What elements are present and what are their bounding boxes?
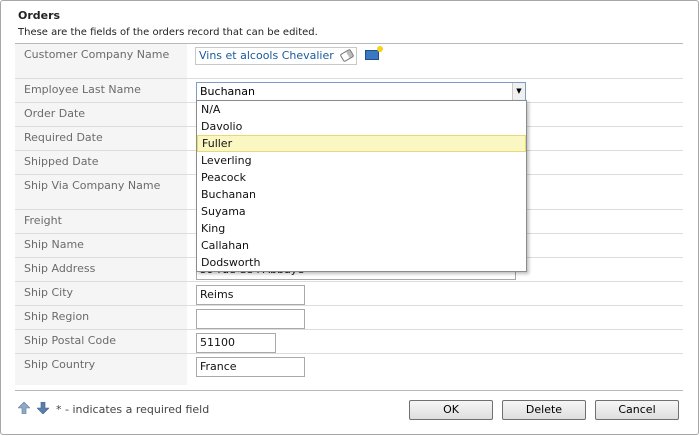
label-shipped-date: Shipped Date [24, 155, 99, 168]
page-title: Orders [18, 9, 61, 22]
label-ship-country: Ship Country [24, 358, 96, 371]
label-required-date: Required Date [24, 131, 103, 144]
label-ship-postal-code: Ship Postal Code [24, 334, 116, 347]
dropdown-option[interactable]: King [197, 220, 526, 237]
footer-divider [15, 390, 683, 391]
dropdown-option[interactable]: Dodsworth [197, 254, 526, 271]
dropdown-option[interactable]: Leverling [197, 152, 526, 169]
dropdown-option[interactable]: N/A [197, 101, 526, 118]
label-ship-name: Ship Name [24, 238, 84, 251]
page-subtitle: These are the fields of the orders recor… [18, 27, 318, 38]
ship-city-input[interactable]: Reims [196, 285, 305, 305]
label-order-date: Order Date [24, 107, 86, 120]
employee-dropdown-list[interactable]: N/A Davolio Fuller Leverling Peacock Buc… [196, 100, 527, 272]
label-ship-via-company-name: Ship Via Company Name [24, 179, 161, 192]
label-ship-city: Ship City [24, 286, 74, 299]
label-ship-region: Ship Region [24, 310, 90, 323]
eraser-icon[interactable] [339, 48, 355, 63]
employee-last-name-combobox[interactable]: Buchanan ▼ [196, 82, 526, 101]
ok-button[interactable]: OK [409, 400, 493, 420]
row-ship-city: Ship City Reims [15, 282, 683, 306]
row-customer-company-name: Customer Company Name Vins et alcools Ch… [15, 44, 683, 79]
dropdown-option-highlighted[interactable]: Fuller [197, 135, 526, 152]
dropdown-option[interactable]: Davolio [197, 118, 526, 135]
arrow-down-icon[interactable] [37, 402, 49, 414]
required-field-note: * - indicates a required field [56, 403, 210, 416]
delete-button[interactable]: Delete [502, 400, 586, 420]
chevron-down-icon[interactable]: ▼ [512, 83, 525, 100]
dropdown-option[interactable]: Buchanan [197, 186, 526, 203]
employee-last-name-value[interactable]: Buchanan [200, 85, 255, 98]
dropdown-option[interactable]: Suyama [197, 203, 526, 220]
dropdown-option[interactable]: Callahan [197, 237, 526, 254]
ship-postal-code-input[interactable]: 51100 [196, 333, 276, 353]
arrow-up-icon[interactable] [18, 402, 30, 414]
customer-company-lookup-link[interactable]: Vins et alcools Chevalier [195, 47, 357, 65]
label-employee-last-name: Employee Last Name [24, 83, 141, 96]
label-freight: Freight [24, 214, 62, 227]
new-record-icon[interactable] [365, 46, 383, 60]
cancel-button[interactable]: Cancel [595, 400, 679, 420]
label-customer-company-name: Customer Company Name [24, 48, 170, 61]
ship-region-input[interactable] [196, 309, 305, 329]
ship-country-input[interactable]: France [196, 357, 305, 377]
dropdown-option[interactable]: Peacock [197, 169, 526, 186]
row-ship-region: Ship Region [15, 306, 683, 330]
label-ship-address: Ship Address [24, 262, 96, 275]
row-ship-postal-code: Ship Postal Code 51100 [15, 330, 683, 354]
customer-company-value[interactable]: Vins et alcools Chevalier [199, 49, 334, 62]
row-ship-country: Ship Country France [15, 354, 683, 378]
